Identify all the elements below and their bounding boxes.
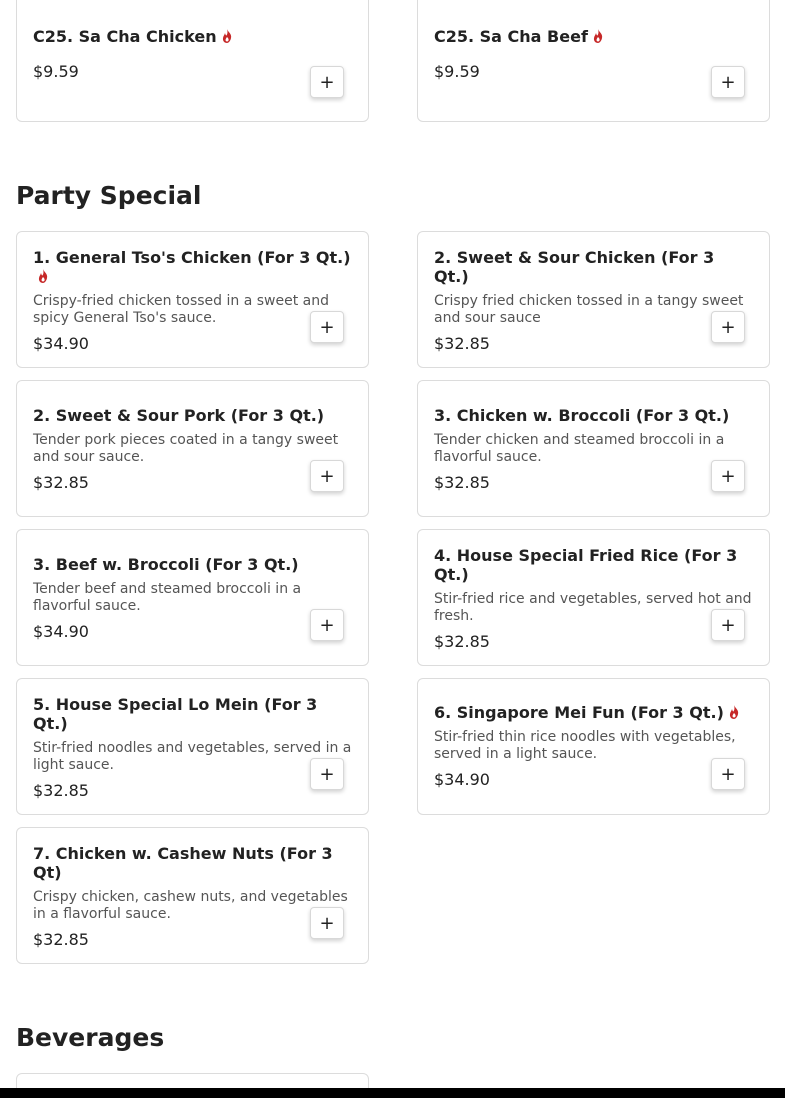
add-to-cart-button[interactable]: + — [310, 609, 344, 641]
item-description: Stir-fried thin rice noodles with vegeta… — [434, 729, 736, 762]
item-description: Crispy fried chicken tossed in a tangy s… — [434, 293, 744, 326]
item-price: $32.85 — [33, 930, 89, 949]
add-to-cart-button[interactable]: + — [711, 609, 745, 641]
item-price: $32.85 — [434, 473, 490, 492]
add-to-cart-button[interactable]: + — [310, 66, 344, 98]
add-to-cart-button[interactable]: + — [711, 311, 745, 343]
item-description: Crispy chicken, cashew nuts, and vegetab… — [33, 889, 348, 922]
flame-icon — [729, 705, 739, 719]
menu-item-card[interactable]: 1. General Tso's Chicken (For 3 Qt.) Cri… — [16, 231, 369, 368]
menu-item-card[interactable]: 3. Beef w. Broccoli (For 3 Qt.) Tender b… — [16, 529, 369, 666]
item-name: 4. House Special Fried Rice (For 3 Qt.) — [434, 546, 738, 584]
item-name: 3. Beef w. Broccoli (For 3 Qt.) — [33, 555, 299, 574]
item-price: $32.85 — [33, 781, 89, 800]
add-to-cart-button[interactable]: + — [310, 311, 344, 343]
item-price: $32.85 — [434, 632, 490, 651]
bottom-bar — [0, 1088, 785, 1098]
flame-icon — [38, 269, 48, 283]
item-name: 3. Chicken w. Broccoli (For 3 Qt.) — [434, 406, 730, 425]
item-name: 2. Sweet & Sour Chicken (For 3 Qt.) — [434, 248, 715, 286]
item-description: Tender beef and steamed broccoli in a fl… — [33, 581, 302, 614]
item-name: C25. Sa Cha Chicken — [33, 27, 352, 46]
item-name: C25. Sa Cha Beef — [434, 27, 753, 46]
add-to-cart-button[interactable]: + — [711, 66, 745, 98]
flame-icon — [222, 29, 231, 43]
add-to-cart-button[interactable]: + — [711, 460, 745, 492]
item-price: $9.59 — [434, 62, 480, 81]
item-name: 7. Chicken w. Cashew Nuts (For 3 Qt) — [33, 844, 333, 882]
item-name: 5. House Special Lo Mein (For 3 Qt.) — [33, 695, 318, 733]
item-name: 2. Sweet & Sour Pork (For 3 Qt.) — [33, 406, 325, 425]
item-description: Tender chicken and steamed broccoli in a… — [434, 432, 725, 465]
item-price: $9.59 — [33, 62, 79, 81]
flame-icon — [593, 29, 603, 43]
menu-item-card[interactable]: 3. Chicken w. Broccoli (For 3 Qt.) Tende… — [417, 380, 770, 517]
menu-item-card[interactable]: 7. Chicken w. Cashew Nuts (For 3 Qt) Cri… — [16, 827, 369, 964]
item-description: Crispy-fried chicken tossed in a sweet a… — [33, 293, 330, 326]
menu-item-card[interactable]: 2. Sweet & Sour Pork (For 3 Qt.) Tender … — [16, 380, 369, 517]
item-name: 6. Singapore Mei Fun (For 3 Qt.) — [434, 703, 753, 722]
item-price: $34.90 — [33, 334, 89, 353]
menu-item-card[interactable]: 6. Singapore Mei Fun (For 3 Qt.) Stir-fr… — [417, 678, 770, 815]
section-title-beverages: Beverages — [16, 1023, 165, 1052]
item-description: Tender pork pieces coated in a tangy swe… — [33, 432, 339, 465]
add-to-cart-button[interactable]: + — [711, 758, 745, 790]
item-name: 1. General Tso's Chicken (For 3 Qt.) — [33, 248, 352, 286]
item-description: Stir-fried rice and vegetables, served h… — [434, 591, 752, 624]
item-description: Stir-fried noodles and vegetables, serve… — [33, 740, 352, 773]
item-price: $32.85 — [434, 334, 490, 353]
item-price: $32.85 — [33, 473, 89, 492]
item-price: $34.90 — [33, 622, 89, 641]
add-to-cart-button[interactable]: + — [310, 460, 344, 492]
menu-item-card[interactable]: 4. House Special Fried Rice (For 3 Qt.) … — [417, 529, 770, 666]
menu-item-card[interactable]: 2. Sweet & Sour Chicken (For 3 Qt.) Cris… — [417, 231, 770, 368]
add-to-cart-button[interactable]: + — [310, 758, 344, 790]
menu-item-card[interactable]: 5. House Special Lo Mein (For 3 Qt.) Sti… — [16, 678, 369, 815]
menu-item-card[interactable]: C25. Sa Cha Beef $9.59 + — [417, 0, 770, 122]
section-title-party-special: Party Special — [16, 181, 202, 210]
add-to-cart-button[interactable]: + — [310, 907, 344, 939]
menu-item-card[interactable]: C25. Sa Cha Chicken $9.59 + — [16, 0, 369, 122]
item-price: $34.90 — [434, 770, 490, 789]
menu-page: C25. Sa Cha Chicken $9.59 + C25. Sa Cha … — [0, 0, 785, 1098]
